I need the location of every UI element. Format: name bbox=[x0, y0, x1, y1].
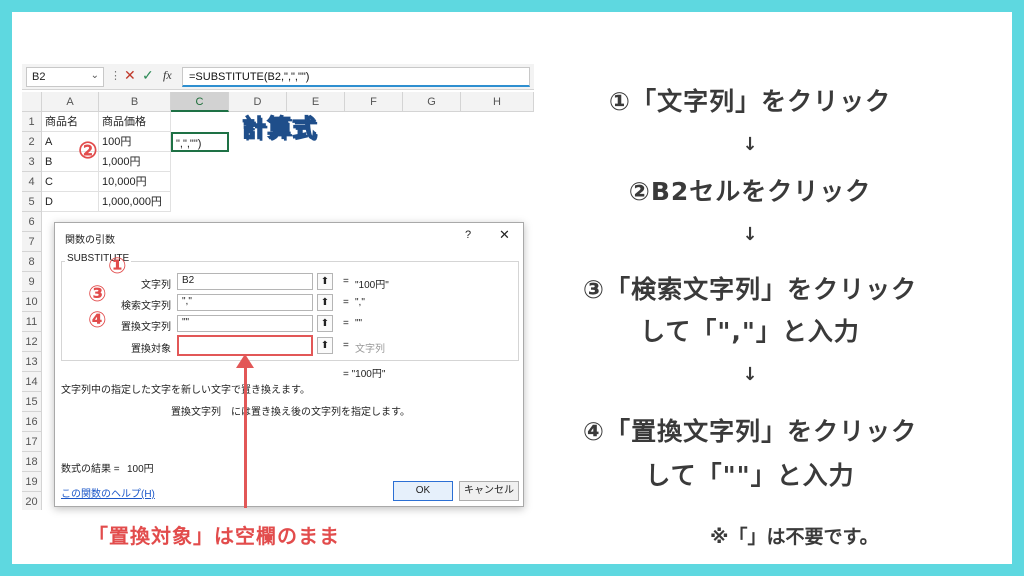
function-help-link[interactable]: この関数のヘルプ(H) bbox=[61, 485, 155, 500]
row-header[interactable]: 17 bbox=[22, 432, 42, 452]
row-header[interactable]: 20 bbox=[22, 492, 42, 510]
blank-field-note: 「置換対象」は空欄のまま bbox=[88, 524, 340, 548]
step-3-line-2: して「","」と入力 bbox=[640, 317, 860, 346]
step-4-line-1: ④「置換文字列」をクリック bbox=[582, 417, 918, 446]
marker-2: ② bbox=[78, 138, 98, 163]
row-header[interactable]: 7 bbox=[22, 232, 42, 252]
result-value: 100円 bbox=[127, 464, 154, 475]
equals-sign: = bbox=[343, 297, 349, 308]
equals-sign: = bbox=[343, 276, 349, 287]
row-header[interactable]: 13 bbox=[22, 352, 42, 372]
cell-a4[interactable]: C bbox=[42, 172, 99, 192]
insert-function-icon[interactable]: fx bbox=[163, 68, 172, 83]
cell-b2[interactable]: 100円 bbox=[99, 132, 171, 152]
row-header[interactable]: 16 bbox=[22, 412, 42, 432]
formula-label-graphic: 計算式 bbox=[242, 115, 317, 143]
cell-b5[interactable]: 1,000,000円 bbox=[99, 192, 171, 212]
cell-b3[interactable]: 1,000円 bbox=[99, 152, 171, 172]
select-all-corner[interactable] bbox=[22, 92, 42, 112]
row-header[interactable]: 3 bbox=[22, 152, 42, 172]
col-header-b[interactable]: B bbox=[99, 92, 171, 112]
ok-button[interactable]: OK bbox=[393, 481, 453, 501]
arg-input-text[interactable]: B2 bbox=[177, 273, 313, 290]
collapse-dialog-icon[interactable]: ⬆ bbox=[317, 273, 333, 290]
close-icon[interactable]: ✕ bbox=[499, 227, 510, 243]
collapse-dialog-icon[interactable]: ⬆ bbox=[317, 315, 333, 332]
col-header-a[interactable]: A bbox=[42, 92, 99, 112]
cell-b4[interactable]: 10,000円 bbox=[99, 172, 171, 192]
down-arrow-icon: ↓ bbox=[742, 224, 758, 245]
row-header[interactable]: 15 bbox=[22, 392, 42, 412]
step-3-line-1: ③「検索文字列」をクリック bbox=[582, 275, 918, 304]
arg-input-instance[interactable] bbox=[177, 335, 313, 356]
arg-result-old-text: "," bbox=[355, 297, 365, 308]
step-4-line-2: して「""」と入力 bbox=[645, 461, 855, 490]
enter-check-icon[interactable]: ✓ bbox=[142, 67, 154, 84]
cell-c2-active[interactable]: ",","") bbox=[171, 132, 229, 152]
col-header-h[interactable]: H bbox=[461, 92, 534, 112]
arg-input-old-text[interactable]: "," bbox=[177, 294, 313, 311]
name-box-value: B2 bbox=[32, 71, 46, 83]
row-header[interactable]: 1 bbox=[22, 112, 42, 132]
cancel-icon[interactable]: ✕ bbox=[124, 67, 136, 84]
marker-1: ① bbox=[108, 254, 127, 279]
overall-result: = "100円" bbox=[343, 369, 386, 380]
col-header-c[interactable]: C bbox=[171, 92, 229, 112]
formula-bar: B2 ⌄ ⋮ ✕ ✓ fx =SUBSTITUTE(B2,",","") bbox=[22, 64, 534, 90]
row-header[interactable]: 6 bbox=[22, 212, 42, 232]
step-1: ①「文字列」をクリック bbox=[608, 87, 892, 116]
row-header[interactable]: 9 bbox=[22, 272, 42, 292]
formula-input[interactable]: =SUBSTITUTE(B2,",","") bbox=[182, 67, 530, 87]
row-header[interactable]: 5 bbox=[22, 192, 42, 212]
arg-result-instance: 文字列 bbox=[355, 344, 385, 355]
function-description: 文字列中の指定した文字を新しい文字で置き換えます。 bbox=[61, 385, 310, 396]
col-header-g[interactable]: G bbox=[403, 92, 461, 112]
cancel-button[interactable]: キャンセル bbox=[459, 481, 519, 501]
arg-help-text: には置き換え後の文字列を指定します。 bbox=[231, 407, 410, 418]
row-header[interactable]: 4 bbox=[22, 172, 42, 192]
collapse-dialog-icon[interactable]: ⬆ bbox=[317, 337, 333, 354]
cell-a1[interactable]: 商品名 bbox=[42, 112, 99, 132]
row-header[interactable]: 11 bbox=[22, 312, 42, 332]
down-arrow-icon: ↓ bbox=[742, 364, 758, 385]
row-header[interactable]: 18 bbox=[22, 452, 42, 472]
equals-sign: = bbox=[343, 318, 349, 329]
row-header[interactable]: 10 bbox=[22, 292, 42, 312]
row-header[interactable]: 19 bbox=[22, 472, 42, 492]
row-header[interactable]: 14 bbox=[22, 372, 42, 392]
more-icon: ⋮ bbox=[110, 70, 121, 82]
annotation-line bbox=[244, 360, 247, 508]
name-box[interactable]: B2 ⌄ bbox=[26, 67, 104, 87]
arg-help-name: 置換文字列 bbox=[171, 407, 221, 418]
collapse-dialog-icon[interactable]: ⬆ bbox=[317, 294, 333, 311]
row-header[interactable]: 12 bbox=[22, 332, 42, 352]
row-header[interactable]: 8 bbox=[22, 252, 42, 272]
chevron-down-icon[interactable]: ⌄ bbox=[91, 70, 99, 81]
down-arrow-icon: ↓ bbox=[742, 134, 758, 155]
marker-3: ③ bbox=[88, 282, 107, 307]
result-label: 数式の結果 = bbox=[61, 464, 120, 475]
col-header-f[interactable]: F bbox=[345, 92, 403, 112]
step-2: ②B2セルをクリック bbox=[628, 177, 872, 206]
marker-4: ④ bbox=[88, 308, 107, 333]
arg-input-new-text[interactable]: "" bbox=[177, 315, 313, 332]
cell-b1[interactable]: 商品価格 bbox=[99, 112, 171, 132]
arg-result-new-text: "" bbox=[355, 318, 363, 329]
arg-label-instance: 置換対象 bbox=[131, 344, 171, 355]
cell-a5[interactable]: D bbox=[42, 192, 99, 212]
row-header[interactable]: 2 bbox=[22, 132, 42, 152]
dialog-title: 関数の引数 bbox=[65, 235, 115, 246]
arg-result-text: "100円" bbox=[355, 280, 389, 291]
footnote: ※「」は不要です。 bbox=[710, 526, 879, 548]
help-icon[interactable]: ? bbox=[465, 229, 471, 241]
equals-sign: = bbox=[343, 340, 349, 351]
